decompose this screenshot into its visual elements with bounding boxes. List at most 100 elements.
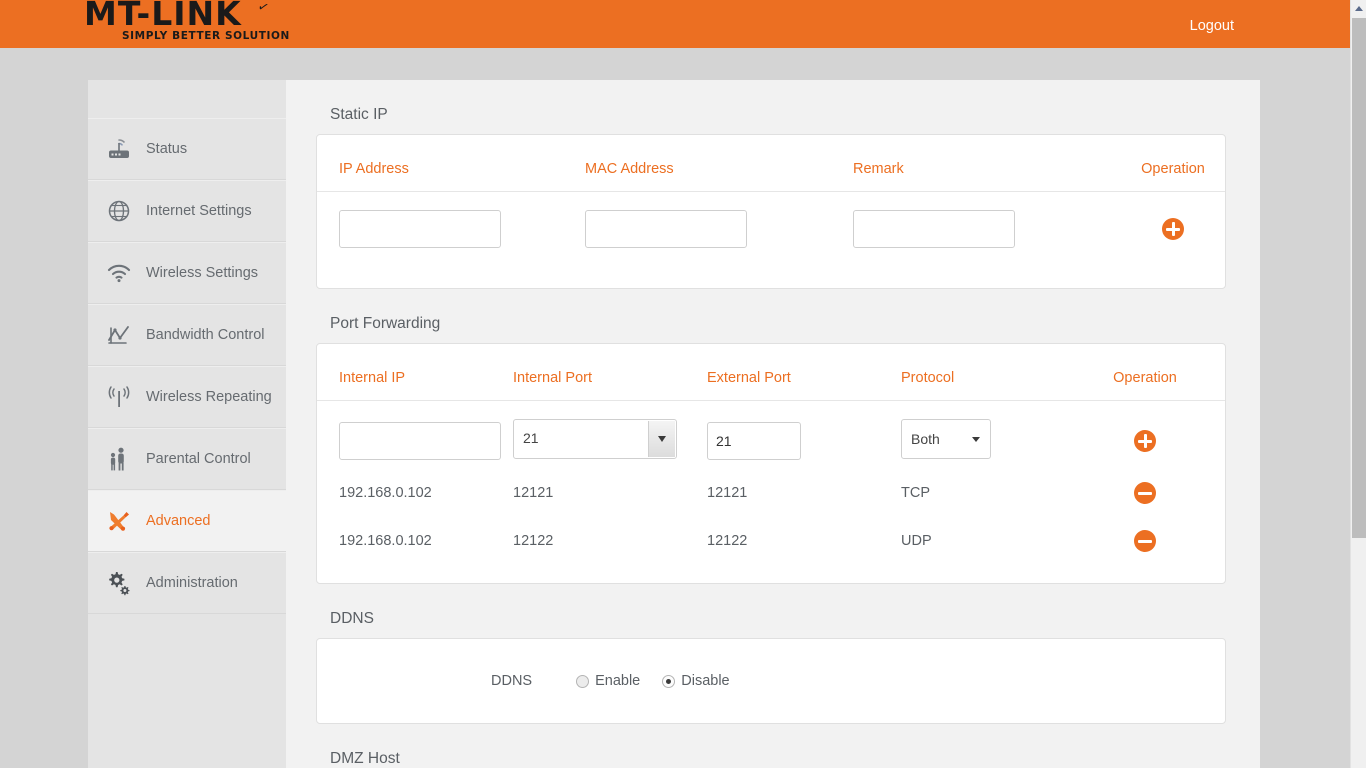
sidebar-item-label: Bandwidth Control xyxy=(146,327,265,343)
add-icon xyxy=(1134,430,1156,452)
pf-internal-port-combobox[interactable]: 21 xyxy=(513,419,677,459)
sidebar-item-wireless-repeating[interactable]: Wireless Repeating xyxy=(88,366,286,428)
sidebar-nav: Status Internet Settings Wireless Settin… xyxy=(88,80,286,768)
sidebar-item-label: Parental Control xyxy=(146,451,251,467)
pf-row-internal-port: 12122 xyxy=(513,533,554,549)
sidebar-item-label: Internet Settings xyxy=(146,203,252,219)
pf-remove-button[interactable] xyxy=(1134,530,1156,552)
sidebar-item-bandwidth-control[interactable]: Bandwidth Control xyxy=(88,304,286,366)
page-root: MT-LINK ✓ SIMPLY BETTER SOLUTION Logout … xyxy=(0,0,1366,768)
column-header-protocol: Protocol xyxy=(901,344,1095,401)
sidebar-item-advanced[interactable]: Advanced xyxy=(88,490,286,552)
pf-external-port-input[interactable] xyxy=(707,422,801,460)
column-header-operation: Operation xyxy=(1121,135,1225,192)
static-ip-cell-mac xyxy=(585,192,853,289)
pf-internal-port-value: 21 xyxy=(523,430,539,446)
column-header-external-port: External Port xyxy=(707,344,901,401)
wifi-icon xyxy=(104,259,134,287)
static-ip-header-row: IP Address MAC Address Remark Operation xyxy=(317,135,1225,192)
port-forwarding-card: Internal IP Internal Port External Port … xyxy=(316,343,1226,584)
static-ip-mac-address-input[interactable] xyxy=(585,210,747,248)
logo-accent-icon: ✓ xyxy=(255,0,271,16)
logout-link[interactable]: Logout xyxy=(1190,18,1234,34)
static-ip-cell-ip xyxy=(317,192,585,289)
scrollbar-thumb[interactable] xyxy=(1352,18,1366,538)
remove-icon xyxy=(1134,530,1156,552)
ddns-card: DDNS Enable Disable xyxy=(316,638,1226,724)
column-header-internal-port: Internal Port xyxy=(513,344,707,401)
column-header-mac-address: MAC Address xyxy=(585,135,853,192)
chevron-down-icon xyxy=(658,436,666,442)
sidebar-item-label: Wireless Settings xyxy=(146,265,259,281)
pf-cell-internal-port: 21 xyxy=(513,401,707,470)
static-ip-cell-remark xyxy=(853,192,1121,289)
parent-child-icon xyxy=(104,445,134,473)
pf-row-internal-port: 12121 xyxy=(513,485,554,501)
pf-row-internal-ip: 192.168.0.102 xyxy=(339,533,432,549)
sidebar-item-label: Wireless Repeating xyxy=(146,389,272,405)
radio-checked-icon[interactable] xyxy=(662,674,676,688)
static-ip-section-title: Static IP xyxy=(330,106,388,123)
sidebar-item-status[interactable]: Status xyxy=(88,118,286,180)
static-ip-table: IP Address MAC Address Remark Operation xyxy=(317,135,1225,288)
static-ip-cell-operation xyxy=(1121,192,1225,289)
remove-icon xyxy=(1134,482,1156,504)
column-header-internal-ip: Internal IP xyxy=(317,344,513,401)
gear-icon xyxy=(104,569,134,597)
radio-unchecked-icon[interactable] xyxy=(576,674,590,688)
pf-row-external-port: 12122 xyxy=(707,533,748,549)
antenna-icon xyxy=(104,383,134,411)
chevron-down-icon xyxy=(972,437,980,442)
static-ip-card: IP Address MAC Address Remark Operation xyxy=(316,134,1226,289)
sidebar-item-label: Advanced xyxy=(146,513,211,529)
pf-internal-ip-input[interactable] xyxy=(339,422,501,460)
pf-protocol-value: Both xyxy=(911,431,940,447)
pf-row-protocol: UDP xyxy=(901,533,932,549)
ddns-section-title: DDNS xyxy=(330,610,374,627)
static-ip-address-input[interactable] xyxy=(339,210,501,248)
logo-tagline: SIMPLY BETTER SOLUTION xyxy=(122,30,290,42)
globe-icon xyxy=(104,197,134,225)
static-ip-new-row xyxy=(317,192,1225,289)
port-forwarding-header-row: Internal IP Internal Port External Port … xyxy=(317,344,1225,401)
pf-cell-protocol: Both xyxy=(901,401,1095,470)
sidebar-item-internet-settings[interactable]: Internet Settings xyxy=(88,180,286,242)
pf-row-protocol: TCP xyxy=(901,485,930,501)
pf-cell-operation xyxy=(1095,401,1225,470)
logo-wordmark: MT-LINK xyxy=(84,0,242,33)
ddns-enable-option[interactable]: Enable xyxy=(576,673,640,689)
router-icon xyxy=(104,135,134,163)
pf-internal-port-dropdown-button[interactable] xyxy=(648,421,675,457)
ddns-enable-label: Enable xyxy=(595,673,641,689)
pf-cell-external-port xyxy=(707,401,901,470)
dmz-host-section-title: DMZ Host xyxy=(330,750,400,767)
sidebar-item-administration[interactable]: Administration xyxy=(88,552,286,614)
chart-line-icon xyxy=(104,321,134,349)
tools-icon xyxy=(104,507,134,535)
pf-row-internal-ip: 192.168.0.102 xyxy=(339,485,432,501)
pf-row-external-port: 12121 xyxy=(707,485,748,501)
ddns-disable-label: Disable xyxy=(681,673,730,689)
column-header-remark: Remark xyxy=(853,135,1121,192)
static-ip-remark-input[interactable] xyxy=(853,210,1015,248)
scroll-up-icon[interactable] xyxy=(1351,0,1366,17)
top-header-bar: MT-LINK ✓ SIMPLY BETTER SOLUTION Logout xyxy=(0,0,1350,48)
sidebar-item-parental-control[interactable]: Parental Control xyxy=(88,428,286,490)
pf-protocol-select[interactable]: Both xyxy=(901,419,991,459)
static-ip-add-button[interactable] xyxy=(1162,218,1184,240)
ddns-field-row: DDNS Enable Disable xyxy=(317,639,1225,723)
pf-row-operation xyxy=(1095,517,1225,583)
sidebar-item-label: Status xyxy=(146,141,188,157)
brand-logo: MT-LINK ✓ SIMPLY BETTER SOLUTION xyxy=(84,0,289,48)
sidebar-top-spacer xyxy=(88,80,286,118)
column-header-operation: Operation xyxy=(1095,344,1225,401)
ddns-disable-option[interactable]: Disable xyxy=(662,673,730,689)
sidebar-item-wireless-settings[interactable]: Wireless Settings xyxy=(88,242,286,304)
add-icon xyxy=(1162,218,1184,240)
page-scrollbar[interactable] xyxy=(1350,0,1366,768)
pf-row-operation xyxy=(1095,469,1225,517)
pf-add-button[interactable] xyxy=(1134,430,1156,452)
table-row: 192.168.0.102 12121 12121 TCP xyxy=(317,469,1225,517)
main-content-panel: Static IP IP Address MAC Address Remark … xyxy=(286,80,1260,768)
pf-remove-button[interactable] xyxy=(1134,482,1156,504)
